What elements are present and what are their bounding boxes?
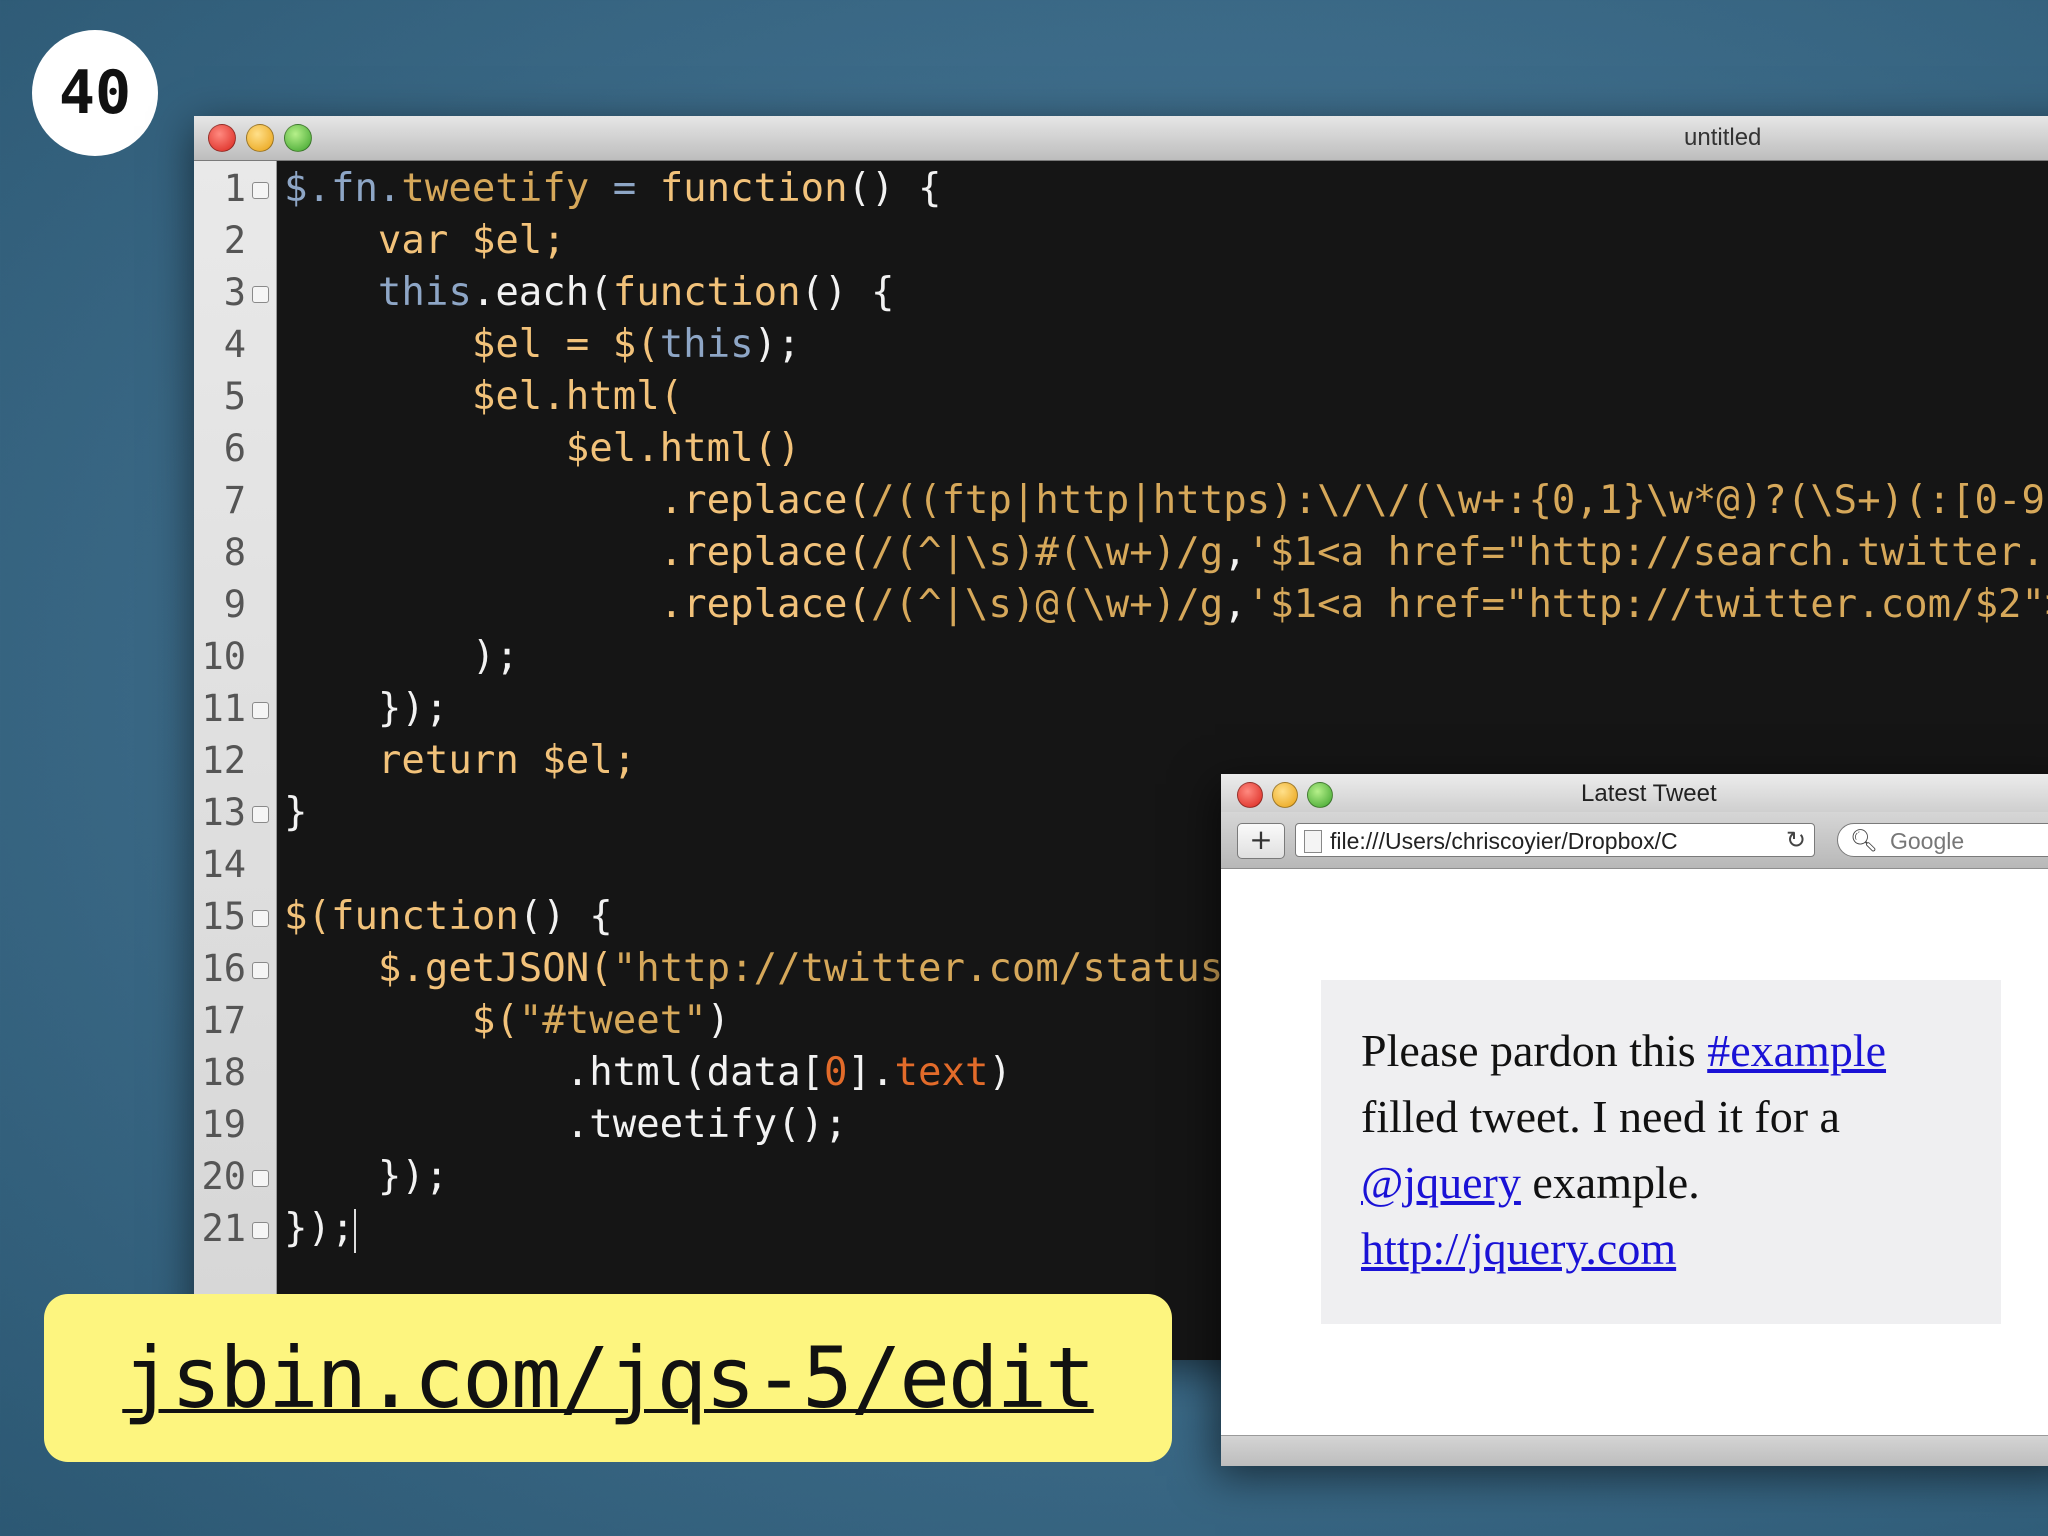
- text-cursor: [354, 1208, 357, 1253]
- browser-toolbar: + file:///Users/chriscoyier/Dropbox/C ↻ …: [1221, 812, 2048, 869]
- browser-titlebar: Latest Tweet: [1221, 774, 2048, 812]
- code-line: $el.html() 6: [224, 423, 801, 475]
- code-line: ); 10: [201, 631, 518, 683]
- line-number: 13: [201, 791, 246, 834]
- code-line: var $el; 2: [224, 215, 566, 267]
- reload-icon[interactable]: ↻: [1781, 824, 1806, 856]
- code-line: return $el; 12: [201, 735, 636, 787]
- code-line: .tweetify(); 19: [201, 1099, 847, 1151]
- line-number: 14: [201, 843, 246, 886]
- hashtag-link[interactable]: #example: [1707, 1025, 1886, 1076]
- slide-number-badge: 40: [32, 30, 158, 156]
- line-number: 20: [201, 1155, 246, 1198]
- page-icon: [1304, 830, 1322, 853]
- link-banner: jsbin.com/jqs-5/edit: [44, 1294, 1172, 1462]
- search-input[interactable]: 🔍︎ Google: [1837, 823, 2048, 857]
- line-number: 9: [223, 583, 246, 626]
- fold-toggle-icon[interactable]: [252, 286, 269, 303]
- line-number: 10: [201, 635, 246, 678]
- browser-zoom-button[interactable]: [1307, 782, 1333, 808]
- line-number: 8: [223, 531, 246, 574]
- browser-status-bar: [1221, 1435, 2048, 1466]
- tweet-text: example.: [1520, 1157, 1700, 1208]
- browser-minimize-button[interactable]: [1272, 782, 1298, 808]
- window-controls: [208, 124, 312, 152]
- code-line: } 13: [201, 787, 307, 839]
- tweet-container: Please pardon this #example filled tweet…: [1321, 980, 2001, 1324]
- zoom-button[interactable]: [284, 124, 312, 152]
- code-line: .replace(/(^|\s)#(\w+)/g,'$1<a href="htt…: [224, 527, 2048, 579]
- code-line: }); 20: [201, 1151, 448, 1203]
- editor-window-title: untitled: [1684, 124, 1762, 151]
- code-line: $.fn.tweetify = function() {1: [224, 163, 942, 215]
- add-bookmark-button[interactable]: +: [1237, 823, 1285, 859]
- line-number: 6: [223, 427, 246, 470]
- browser-window-title: Latest Tweet: [1581, 780, 1717, 807]
- line-number: 5: [223, 375, 246, 418]
- browser-window-controls: [1237, 782, 1333, 808]
- tweet-text: filled tweet. I need it for a: [1361, 1091, 1840, 1142]
- line-number: 7: [223, 479, 246, 522]
- code-line: this.each(function() {3: [224, 267, 895, 319]
- fold-toggle-icon[interactable]: [252, 1222, 269, 1239]
- mention-link[interactable]: @jquery: [1361, 1157, 1521, 1208]
- code-line: .replace(/(^|\s)@(\w+)/g,'$1<a href="htt…: [224, 579, 2048, 631]
- line-number: 15: [201, 895, 246, 938]
- code-line: }); 21: [201, 1203, 357, 1255]
- code-line: .replace(/((ftp|http|https):\/\/(\w+:{0,…: [224, 475, 2048, 527]
- code-line: $("#tweet") 17: [201, 995, 730, 1047]
- editor-titlebar: untitled: [194, 116, 2048, 161]
- line-number: 1: [223, 167, 246, 210]
- jsbin-link[interactable]: jsbin.com/jqs-5/edit: [122, 1329, 1095, 1427]
- fold-toggle-icon[interactable]: [252, 1170, 269, 1187]
- browser-window: Latest Tweet + file:///Users/chriscoyier…: [1221, 774, 2048, 1466]
- line-number: 21: [201, 1207, 246, 1250]
- line-number: 4: [223, 323, 246, 366]
- code-line: .html(data[0].text) 18: [201, 1047, 1011, 1099]
- address-bar-text: file:///Users/chriscoyier/Dropbox/C: [1330, 828, 1678, 854]
- close-button[interactable]: [208, 124, 236, 152]
- line-number: 16: [201, 947, 246, 990]
- code-line: $.getJSON("http://twitter.com/statuse 16: [201, 943, 1246, 995]
- code-line: $el = $(this); 4: [224, 319, 801, 371]
- line-number: 19: [201, 1103, 246, 1146]
- fold-toggle-icon[interactable]: [252, 182, 269, 199]
- fold-toggle-icon[interactable]: [252, 910, 269, 927]
- minimize-button[interactable]: [246, 124, 274, 152]
- line-number: 11: [201, 687, 246, 730]
- code-line: $(function() {15: [201, 891, 612, 943]
- line-number: 3: [223, 271, 246, 314]
- tweet-text: Please pardon this: [1361, 1025, 1708, 1076]
- search-icon: 🔍︎: [1850, 828, 1878, 853]
- code-line: $el.html(5: [224, 371, 683, 423]
- url-link[interactable]: http://jquery.com: [1361, 1223, 1676, 1274]
- code-line: }); 11: [201, 683, 448, 735]
- address-bar[interactable]: file:///Users/chriscoyier/Dropbox/C ↻: [1295, 823, 1815, 857]
- search-placeholder: Google: [1890, 828, 1965, 854]
- line-number: 2: [223, 219, 246, 262]
- line-number: 18: [201, 1051, 246, 1094]
- line-number: 12: [201, 739, 246, 782]
- fold-toggle-icon[interactable]: [252, 806, 269, 823]
- browser-close-button[interactable]: [1237, 782, 1263, 808]
- fold-toggle-icon[interactable]: [252, 962, 269, 979]
- line-number: 17: [201, 999, 246, 1042]
- fold-toggle-icon[interactable]: [252, 702, 269, 719]
